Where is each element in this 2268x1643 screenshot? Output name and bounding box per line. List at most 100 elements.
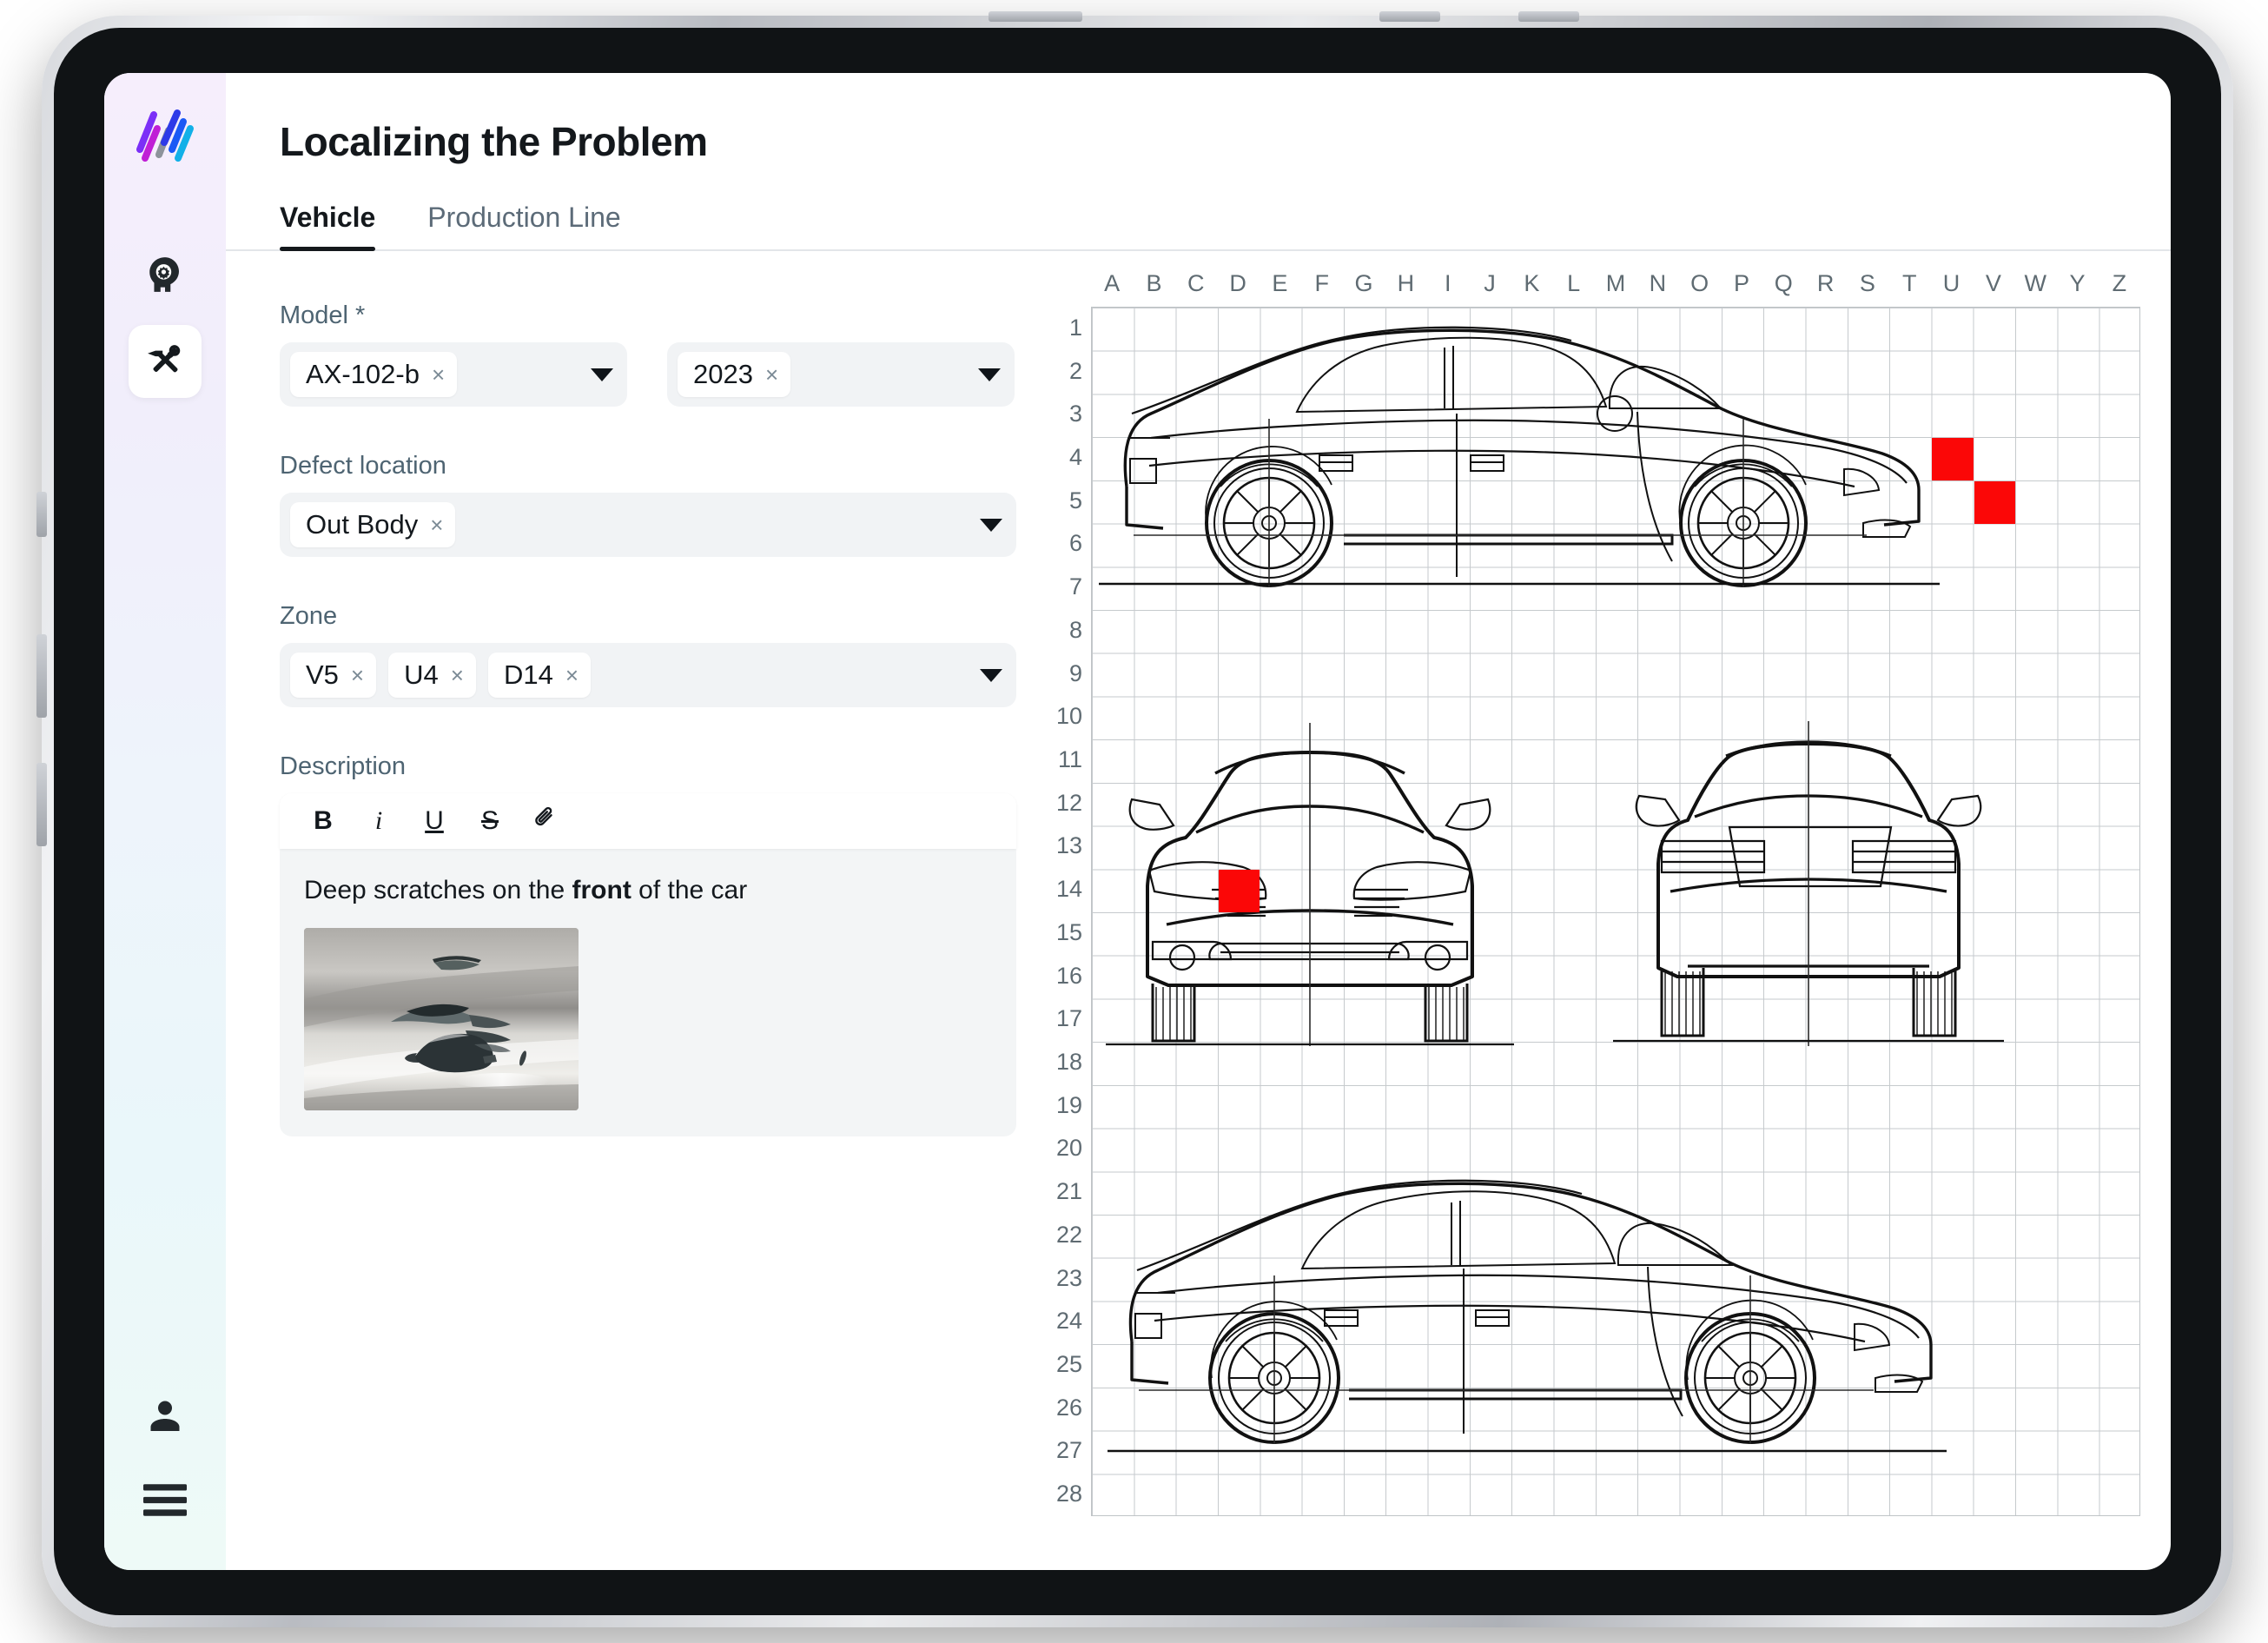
chip-defect-location[interactable]: Out Body × xyxy=(290,502,456,547)
blueprint-grid-container: ABCDEFGHIJKLMNOPQRSTUVWYZ 1 2 3 4 5 6 7 8 9 10 11 1… xyxy=(1025,267,2154,1535)
defect-location-chips: Out Body × xyxy=(290,502,969,547)
grid-row-header-19: 19 xyxy=(1055,1091,1082,1118)
grid-column-header-Q: Q xyxy=(1774,270,1793,296)
logo-icon xyxy=(131,104,199,167)
description-toolbar: B i U S xyxy=(280,793,1016,849)
chip-year-label: 2023 xyxy=(693,359,753,389)
chip-model-label: AX-102-b xyxy=(306,359,420,389)
grid-row-header-2: 2 xyxy=(1068,357,1082,384)
grid-row-header-17: 17 xyxy=(1055,1005,1082,1032)
car-rear-view xyxy=(1613,721,2004,1046)
zone-select[interactable]: V5 × U4 × D14 × xyxy=(280,643,1016,707)
chip-zone-2[interactable]: U4 × xyxy=(388,653,476,698)
field-defect-location: Defect location Out Body × xyxy=(280,452,1016,557)
grid-row-header-24: 24 xyxy=(1055,1308,1082,1335)
head-gear-icon xyxy=(145,255,185,299)
description-text: Deep scratches on the front of the car xyxy=(304,873,992,909)
page-title: Localizing the Problem xyxy=(280,119,708,164)
grid-row-header-20: 20 xyxy=(1055,1135,1082,1162)
chip-zone-2-remove-icon[interactable]: × xyxy=(451,664,464,686)
chip-defect-location-remove-icon[interactable]: × xyxy=(430,513,443,536)
device-top-button-2 xyxy=(1379,11,1440,22)
tablet-device-frame: Localizing the Problem Vehicle Productio… xyxy=(36,11,2233,1627)
description-attachment-thumbnail[interactable] xyxy=(304,927,579,1110)
grid-row-header-8: 8 xyxy=(1068,616,1082,643)
chevron-down-icon[interactable] xyxy=(980,668,1002,682)
grid-row-header-7: 7 xyxy=(1068,573,1082,600)
defect-form: Model * AX-102-b × 2023 × Defect locatio… xyxy=(226,251,1016,1570)
blueprint-panel: ABCDEFGHIJKLMNOPQRSTUVWYZ 1 2 3 4 5 6 7 8 9 10 11 1… xyxy=(1016,251,2171,1570)
description-label: Description xyxy=(280,752,407,780)
description-text-before: Deep scratches on the xyxy=(304,876,572,904)
chevron-down-icon[interactable] xyxy=(591,368,613,381)
grid-row-header-6: 6 xyxy=(1068,530,1082,557)
underline-button[interactable]: U xyxy=(407,798,462,844)
grid-row-header-18: 18 xyxy=(1055,1049,1082,1075)
grid-column-header-Y: Y xyxy=(2069,270,2086,296)
grid-column-header-P: P xyxy=(1733,270,1749,296)
grid-column-header-Z: Z xyxy=(2112,270,2127,296)
grid-column-header-R: R xyxy=(1816,270,1835,296)
chip-zone-1-label: V5 xyxy=(306,659,339,690)
main-content: Localizing the Problem Vehicle Productio… xyxy=(226,73,2171,1570)
chip-defect-location-label: Out Body xyxy=(306,509,419,540)
application-window: Localizing the Problem Vehicle Productio… xyxy=(104,73,2171,1570)
sidebar-item-tools[interactable] xyxy=(129,325,202,398)
bold-button[interactable]: B xyxy=(295,798,351,844)
chip-zone-3[interactable]: D14 × xyxy=(487,653,591,698)
grid-row-header-25: 25 xyxy=(1055,1351,1082,1377)
grid-column-header-H: H xyxy=(1397,270,1415,296)
chip-zone-1-remove-icon[interactable]: × xyxy=(351,664,364,686)
sidebar-item-menu[interactable] xyxy=(129,1466,202,1539)
grid-row-header-12: 12 xyxy=(1055,789,1082,816)
grid-column-header-M: M xyxy=(1605,270,1626,296)
car-front-view xyxy=(1106,723,1514,1046)
car-side-view-bottom xyxy=(1108,1179,1947,1453)
chip-zone-1[interactable]: V5 × xyxy=(290,653,377,698)
grid-row-header-4: 4 xyxy=(1068,444,1082,470)
tab-vehicle[interactable]: Vehicle xyxy=(280,202,376,251)
chip-year[interactable]: 2023 × xyxy=(678,352,791,397)
grid-area[interactable] xyxy=(1091,307,2140,1516)
grid-row-header-16: 16 xyxy=(1055,962,1082,989)
tab-production-line[interactable]: Production Line xyxy=(427,202,620,249)
description-editor: B i U S Deep scratches on the front of t… xyxy=(280,793,1016,1136)
defect-cell-V5[interactable] xyxy=(1974,480,2016,524)
description-body[interactable]: Deep scratches on the front of the car xyxy=(280,849,1016,1136)
defect-cell-U4[interactable] xyxy=(1932,438,1974,480)
grid-column-header-K: K xyxy=(1524,270,1540,296)
grid-row-header-27: 27 xyxy=(1055,1437,1082,1464)
grid-row-header-3: 3 xyxy=(1068,401,1082,427)
grid-row-header-15: 15 xyxy=(1055,918,1082,945)
grid-column-header-G: G xyxy=(1354,270,1373,296)
grid-row-header-21: 21 xyxy=(1055,1178,1082,1205)
model-select[interactable]: AX-102-b × xyxy=(280,342,627,407)
device-volume-down-button xyxy=(36,763,47,846)
grid-row-header-5: 5 xyxy=(1068,487,1082,513)
description-text-after: of the car xyxy=(631,876,748,904)
chevron-down-icon[interactable] xyxy=(980,518,1002,532)
attachment-button[interactable] xyxy=(518,798,573,844)
hamburger-menu-icon xyxy=(143,1483,187,1522)
chip-model[interactable]: AX-102-b × xyxy=(290,352,458,397)
device-top-button-3 xyxy=(1518,11,1579,22)
grid-column-header-W: W xyxy=(2024,270,2046,296)
defect-location-label: Defect location xyxy=(280,452,446,480)
year-select[interactable]: 2023 × xyxy=(667,342,1015,407)
grid-row-header-26: 26 xyxy=(1055,1394,1082,1421)
chip-model-remove-icon[interactable]: × xyxy=(432,363,445,386)
sidebar-item-account[interactable] xyxy=(129,1381,202,1454)
model-chips: AX-102-b × xyxy=(290,352,580,397)
sidebar-item-ai-assist[interactable] xyxy=(129,240,202,313)
chip-zone-3-remove-icon[interactable]: × xyxy=(565,664,579,686)
person-icon xyxy=(146,1396,184,1439)
defect-location-select[interactable]: Out Body × xyxy=(280,493,1016,557)
zone-label: Zone xyxy=(280,602,338,630)
chip-year-remove-icon[interactable]: × xyxy=(765,363,778,386)
strikethrough-button[interactable]: S xyxy=(462,798,518,844)
defect-cell-D14[interactable] xyxy=(1218,870,1260,912)
chevron-down-icon[interactable] xyxy=(978,368,1001,381)
sidebar xyxy=(104,73,226,1570)
device-top-button-1 xyxy=(989,11,1082,22)
italic-button[interactable]: i xyxy=(351,798,407,844)
